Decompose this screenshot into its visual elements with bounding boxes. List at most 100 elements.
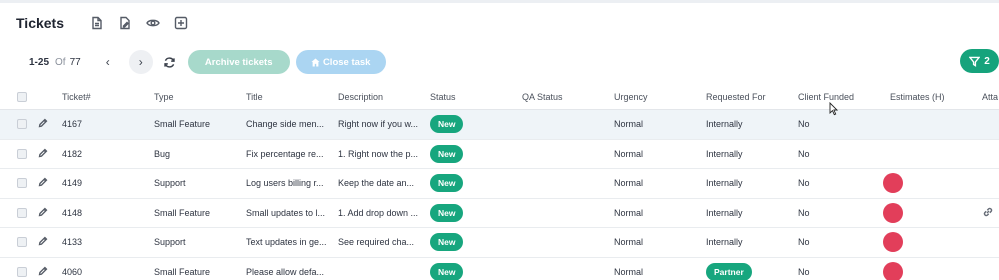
column-header-urgency[interactable]: Urgency — [614, 84, 648, 109]
page-total: 77 — [69, 56, 81, 68]
eye-icon[interactable] — [146, 16, 160, 30]
refresh-button[interactable] — [162, 54, 178, 70]
page-range: 1-25 — [29, 56, 50, 68]
close-task-label: Close task — [322, 56, 371, 68]
page-header: Tickets — [16, 12, 202, 34]
checkbox[interactable] — [17, 119, 27, 130]
next-page-button[interactable]: › — [128, 50, 153, 74]
column-header-description[interactable]: Description — [338, 84, 383, 109]
column-header-title[interactable]: Title — [246, 84, 263, 109]
column-header-estimate[interactable]: Estimates (H) — [890, 84, 945, 109]
row-checkbox-cell[interactable] — [17, 169, 27, 198]
status-cell: New — [430, 110, 464, 139]
filter-count: 2 — [984, 55, 990, 67]
client-funded: No — [798, 119, 810, 130]
column-header-type[interactable]: Type — [154, 84, 174, 109]
column-header-status[interactable]: Status — [430, 84, 456, 109]
edit-button[interactable] — [38, 258, 48, 280]
ticket-type: Small Feature — [154, 266, 211, 277]
ticket-number[interactable]: 4149 — [62, 169, 82, 198]
row-checkbox-cell[interactable] — [17, 140, 27, 169]
checkbox[interactable] — [17, 91, 27, 102]
estimate-indicator[interactable] — [883, 202, 903, 223]
mouse-cursor — [829, 101, 839, 116]
checkbox[interactable] — [17, 266, 27, 277]
table-row[interactable]: 4060 Small Feature Please allow defa... New… — [0, 258, 999, 280]
column-header-ticket[interactable]: Ticket# — [62, 84, 91, 109]
home-icon — [311, 57, 320, 67]
estimate-indicator[interactable] — [883, 261, 903, 280]
document-icon[interactable] — [90, 16, 104, 30]
edit-button[interactable] — [38, 110, 48, 139]
edit-button[interactable] — [38, 228, 48, 257]
estimate-indicator[interactable] — [883, 232, 903, 253]
checkbox[interactable] — [17, 207, 27, 218]
status-badge[interactable]: New — [430, 233, 464, 252]
ticket-number[interactable]: 4182 — [62, 140, 82, 169]
urgency: Normal — [614, 266, 644, 277]
status-badge[interactable]: New — [430, 174, 464, 193]
edit-button[interactable] — [38, 169, 48, 198]
row-checkbox-cell[interactable] — [17, 258, 27, 280]
edit-document-icon[interactable] — [118, 16, 132, 30]
ticket-number[interactable]: 4060 — [62, 258, 82, 280]
edit-button[interactable] — [38, 199, 48, 228]
column-header-attachment[interactable]: Atta — [982, 84, 998, 109]
attachment-cell — [982, 199, 994, 228]
estimate-indicator[interactable] — [883, 173, 903, 194]
close-task-button[interactable]: Close task — [295, 50, 386, 74]
row-checkbox-cell[interactable] — [17, 199, 27, 228]
ticket-type: Small Feature — [154, 119, 211, 130]
status-cell: New — [430, 199, 464, 228]
ticket-description: Keep the date an... — [338, 178, 415, 189]
ticket-title[interactable]: Fix percentage re... — [246, 140, 324, 169]
add-box-icon[interactable] — [174, 16, 188, 30]
chevron-left-icon: ‹ — [105, 55, 110, 69]
table-row[interactable]: 4133 Support Text updates in ge... See requ… — [0, 228, 999, 258]
table-toolbar: 1-25 Of 77 ‹ › Archive tickets Close tas… — [16, 49, 999, 75]
edit-button[interactable] — [38, 140, 48, 169]
ticket-number[interactable]: 4133 — [62, 228, 82, 257]
table-row[interactable]: 4167 Small Feature Change side men... Right… — [0, 110, 999, 140]
ticket-description: See required cha... — [338, 237, 415, 248]
ticket-title[interactable]: Small updates to l... — [246, 199, 325, 228]
client-funded: No — [798, 178, 810, 189]
filter-button[interactable]: 2 — [960, 49, 999, 73]
column-header-client-funded[interactable]: Client Funded — [798, 84, 854, 109]
status-badge[interactable]: New — [430, 203, 464, 222]
ticket-title[interactable]: Please allow defa... — [246, 258, 324, 280]
checkbox[interactable] — [17, 237, 27, 248]
ticket-number[interactable]: 4148 — [62, 199, 82, 228]
checkbox[interactable] — [17, 148, 27, 159]
table-row[interactable]: 4148 Small Feature Small updates to l... 1.… — [0, 199, 999, 228]
prev-page-button[interactable]: ‹ — [96, 50, 120, 74]
table-row[interactable]: 4149 Support Log users billing r... Keep th… — [0, 169, 999, 199]
client-funded: No — [798, 207, 810, 218]
page-title: Tickets — [16, 15, 64, 31]
link-icon[interactable] — [982, 206, 994, 220]
column-header-qa-status[interactable]: QA Status — [522, 84, 563, 109]
ticket-title[interactable]: Text updates in ge... — [246, 228, 327, 257]
status-cell: New — [430, 258, 464, 280]
select-all-checkbox[interactable] — [17, 84, 27, 109]
status-badge[interactable]: New — [430, 115, 464, 134]
estimate-cell — [883, 199, 903, 228]
checkbox[interactable] — [17, 178, 27, 189]
requested-for-badge: Partner — [706, 262, 752, 280]
table-row[interactable]: 4182 Bug Fix percentage re... 1. Right now … — [0, 140, 999, 169]
ticket-type: Support — [154, 237, 186, 248]
pencil-icon — [38, 148, 48, 160]
archive-tickets-button[interactable]: Archive tickets — [187, 50, 290, 74]
row-checkbox-cell[interactable] — [17, 110, 27, 139]
ticket-title[interactable]: Change side men... — [246, 110, 324, 139]
column-header-requested-for[interactable]: Requested For — [706, 84, 766, 109]
table-body: 4167 Small Feature Change side men... Right… — [0, 110, 999, 280]
ticket-title[interactable]: Log users billing r... — [246, 169, 324, 198]
urgency: Normal — [614, 237, 644, 248]
ticket-description: 1. Right now the p... — [338, 148, 419, 159]
page-of-label: Of — [55, 56, 66, 68]
row-checkbox-cell[interactable] — [17, 228, 27, 257]
status-badge[interactable]: New — [430, 262, 464, 280]
ticket-number[interactable]: 4167 — [62, 110, 82, 139]
status-badge[interactable]: New — [430, 144, 464, 163]
